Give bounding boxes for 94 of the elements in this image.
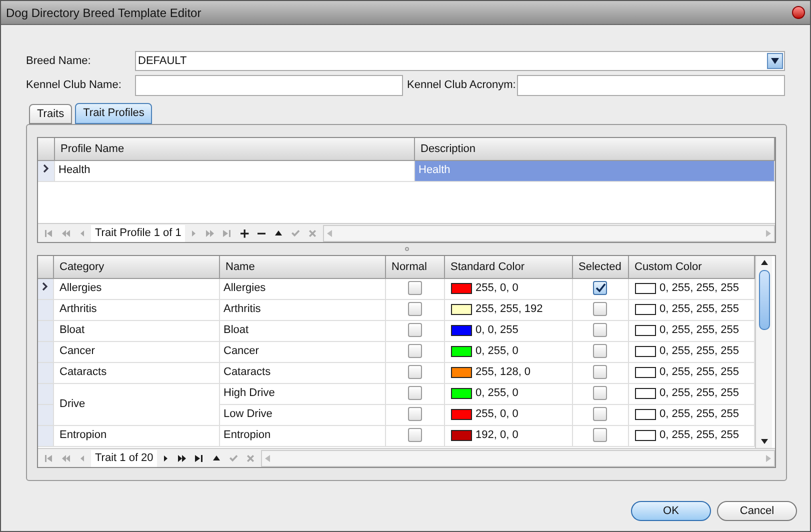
column-header[interactable]: Custom Color <box>628 256 754 278</box>
checkbox[interactable] <box>408 281 422 296</box>
splitter-handle[interactable] <box>404 247 408 251</box>
kennel-club-name-field[interactable] <box>135 74 403 96</box>
checkbox[interactable] <box>593 302 607 316</box>
color-value: 0, 255, 255, 255 <box>660 281 740 296</box>
checkbox[interactable] <box>408 428 422 442</box>
color-value: 0, 255, 255, 255 <box>660 323 740 338</box>
checkbox[interactable] <box>593 365 607 380</box>
checkbox[interactable] <box>593 428 607 442</box>
checkbox[interactable] <box>408 323 422 338</box>
first-icon[interactable] <box>44 454 53 462</box>
checkbox[interactable] <box>408 365 422 380</box>
color-value: 0, 0, 255 <box>476 323 518 338</box>
horizontal-scrollbar[interactable] <box>261 450 775 466</box>
fast-forward-icon[interactable] <box>178 454 188 462</box>
column-header[interactable]: Normal <box>385 256 444 278</box>
scroll-left-icon[interactable] <box>265 454 270 462</box>
color-value: 0, 255, 255, 255 <box>660 302 740 318</box>
column-header[interactable]: Profile Name <box>54 138 414 160</box>
table-cell[interactable]: Entropion <box>219 425 385 446</box>
color-value: 0, 255, 255, 255 <box>660 407 740 422</box>
dialog-button[interactable]: Cancel <box>717 501 797 521</box>
color-value: 192, 0, 0 <box>476 428 518 444</box>
dialog-button[interactable]: OK <box>631 501 711 521</box>
scrollbar-thumb[interactable] <box>758 270 770 330</box>
close-icon[interactable] <box>792 6 805 19</box>
vertical-scrollbar[interactable] <box>755 256 772 448</box>
tab[interactable]: Trait Profiles <box>75 103 152 124</box>
checkbox[interactable] <box>408 407 422 422</box>
color-value: 255, 255, 192 <box>476 302 543 318</box>
table-cell[interactable]: Health <box>54 160 414 181</box>
color-value: 0, 255, 255, 255 <box>660 386 740 402</box>
scroll-right-icon[interactable] <box>766 230 771 236</box>
field-label: Kennel Club Acronym: <box>407 78 517 93</box>
kennel-club-acronym-field[interactable] <box>517 74 785 96</box>
table-cell[interactable]: Cataracts <box>53 362 219 383</box>
color-value: 255, 0, 0 <box>476 281 518 296</box>
table-cell[interactable]: Cancer <box>219 341 385 362</box>
cancel-icon[interactable] <box>308 228 318 238</box>
previous-icon[interactable] <box>78 228 87 238</box>
breed-name-dropdown[interactable]: DEFAULT <box>135 51 785 71</box>
color-value: 0, 255, 255, 255 <box>660 365 740 380</box>
check-icon[interactable] <box>291 228 300 238</box>
table-cell[interactable]: Bloat <box>219 320 385 341</box>
color-value: 0, 255, 0 <box>476 344 518 360</box>
rewind-icon[interactable] <box>61 228 70 238</box>
checkbox[interactable] <box>593 386 607 400</box>
check-icon[interactable] <box>229 454 238 462</box>
record-counter: Trait 1 of 20 <box>91 450 158 466</box>
table-cell[interactable]: Bloat <box>53 320 219 341</box>
table-cell[interactable]: Allergies <box>219 278 385 299</box>
rewind-icon[interactable] <box>61 454 70 462</box>
color-value: 0, 255, 255, 255 <box>660 344 740 360</box>
checkbox[interactable] <box>408 344 422 358</box>
checkbox[interactable] <box>408 302 422 316</box>
table-cell[interactable]: Arthritis <box>53 299 219 320</box>
column-header[interactable]: Description <box>414 138 774 160</box>
checkbox[interactable] <box>593 407 607 422</box>
column-header[interactable]: Name <box>219 256 385 278</box>
scroll-left-icon[interactable] <box>327 230 332 236</box>
field-label: Kennel Club Name: <box>26 78 122 93</box>
column-header[interactable]: Standard Color <box>444 256 572 278</box>
table-cell[interactable]: Cancer <box>53 341 219 362</box>
table-cell[interactable]: Allergies <box>53 278 219 299</box>
last-icon[interactable] <box>195 454 204 462</box>
up-icon[interactable] <box>212 454 222 462</box>
record-counter: Trait Profile 1 of 1 <box>91 224 186 242</box>
column-header[interactable]: Selected <box>572 256 628 278</box>
horizontal-scrollbar[interactable] <box>323 224 775 242</box>
table-cell[interactable]: Arthritis <box>219 299 385 320</box>
add-icon[interactable] <box>240 228 250 238</box>
cancel-icon[interactable] <box>246 454 256 462</box>
table-cell[interactable]: Entropion <box>53 425 219 446</box>
previous-icon[interactable] <box>78 454 87 462</box>
color-value: 255, 128, 0 <box>476 365 531 380</box>
color-value: 0, 255, 0 <box>476 386 518 402</box>
checkbox[interactable] <box>593 344 607 358</box>
first-icon[interactable] <box>44 228 53 238</box>
column-header[interactable]: Category <box>53 256 219 278</box>
table-cell[interactable]: High Drive <box>219 383 385 404</box>
tab[interactable]: Traits <box>29 104 72 124</box>
dropdown-value: DEFAULT <box>138 54 187 69</box>
window-title: Dog Directory Breed Template Editor <box>6 4 202 22</box>
scroll-right-icon[interactable] <box>766 454 771 462</box>
color-value: 0, 255, 255, 255 <box>660 428 740 444</box>
field-label: Breed Name: <box>26 54 92 69</box>
color-value: 255, 0, 0 <box>476 407 518 422</box>
checkbox[interactable] <box>593 281 607 296</box>
checkbox[interactable] <box>593 323 607 338</box>
up-icon[interactable] <box>274 228 284 238</box>
checkbox[interactable] <box>408 386 422 400</box>
table-cell[interactable]: Cataracts <box>219 362 385 383</box>
table-cell[interactable]: Low Drive <box>219 404 385 425</box>
